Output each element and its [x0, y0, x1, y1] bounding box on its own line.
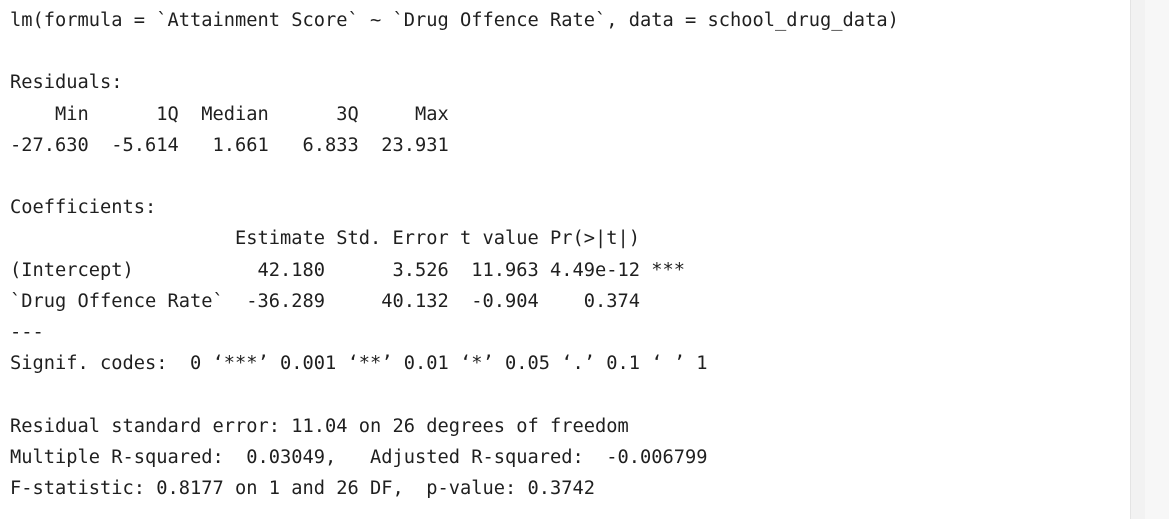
residuals-heading: Residuals:	[10, 72, 123, 94]
r-squared-line: Multiple R-squared: 0.03049, Adjusted R-…	[10, 446, 719, 468]
residual-standard-error-line: Residual standard error: 11.04 on 26 deg…	[10, 415, 629, 437]
coefficient-row-intercept: (Intercept) 42.180 3.526 11.963 4.49e-12…	[10, 259, 686, 281]
coefficients-header-row: Estimate Std. Error t value Pr(>|t|)	[10, 228, 686, 250]
console-output-pane: lm(formula = `Attainment Score` ~ `Drug …	[0, 0, 1130, 519]
lm-call-line: lm(formula = `Attainment Score` ~ `Drug …	[10, 10, 899, 31]
residuals-header-row: Min 1Q Median 3Q Max	[10, 103, 461, 125]
regression-summary-output: lm(formula = `Attainment Score` ~ `Drug …	[10, 5, 899, 504]
separator-line: ---	[10, 322, 44, 344]
significance-codes-line: Signif. codes: 0 ‘***’ 0.001 ‘**’ 0.01 ‘…	[10, 353, 708, 375]
f-statistic-line: F-statistic: 0.8177 on 1 and 26 DF, p-va…	[10, 478, 596, 500]
coefficient-row-drug-offence-rate: `Drug Offence Rate` -36.289 40.132 -0.90…	[10, 290, 686, 312]
residuals-values-row: -27.630 -5.614 1.661 6.833 23.931	[10, 134, 461, 156]
coefficients-heading: Coefficients:	[10, 197, 157, 219]
scrollbar-track[interactable]	[1145, 0, 1169, 519]
